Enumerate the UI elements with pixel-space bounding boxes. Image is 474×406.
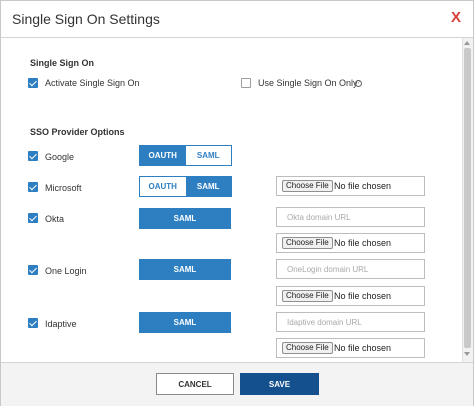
- microsoft-checkbox[interactable]: [28, 182, 38, 192]
- idaptive-file-status: No file chosen: [334, 343, 392, 353]
- microsoft-label: Microsoft: [45, 183, 82, 193]
- idaptive-domain-url-input[interactable]: [276, 312, 425, 332]
- onelogin-checkbox[interactable]: [28, 265, 38, 275]
- sso-only-checkbox[interactable]: [241, 78, 251, 88]
- header-divider: [1, 37, 473, 38]
- scroll-up-arrow-icon[interactable]: [464, 41, 470, 45]
- onelogin-label: One Login: [45, 266, 87, 276]
- microsoft-saml-button[interactable]: SAML: [185, 177, 231, 196]
- idaptive-saml-button[interactable]: SAML: [139, 312, 231, 333]
- microsoft-protocol-toggle: OAUTH SAML: [139, 176, 232, 197]
- google-checkbox[interactable]: [28, 151, 38, 161]
- google-label: Google: [45, 152, 75, 162]
- okta-label: Okta: [45, 214, 65, 224]
- activate-sso-label: Activate Single Sign On: [45, 78, 140, 88]
- okta-domain-url-input[interactable]: [276, 207, 425, 227]
- okta-checkbox[interactable]: [28, 213, 38, 223]
- scroll-down-arrow-icon[interactable]: [464, 352, 470, 356]
- dialog-footer: [1, 362, 473, 406]
- activate-sso-checkbox[interactable]: [28, 78, 38, 88]
- idaptive-choose-file-button[interactable]: Choose File: [282, 342, 333, 354]
- microsoft-file-status: No file chosen: [334, 181, 392, 191]
- onelogin-saml-button[interactable]: SAML: [139, 259, 231, 280]
- single-sign-on-heading: Single Sign On: [30, 58, 95, 68]
- dialog-title: Single Sign On Settings: [12, 11, 160, 27]
- save-button[interactable]: SAVE: [240, 373, 319, 395]
- onelogin-domain-url-input[interactable]: [276, 259, 425, 279]
- idaptive-file-input: Choose File No file chosen: [276, 338, 425, 358]
- okta-saml-button[interactable]: SAML: [139, 208, 231, 229]
- microsoft-oauth-button[interactable]: OAUTH: [140, 177, 186, 196]
- google-saml-button[interactable]: SAML: [185, 146, 231, 165]
- sso-provider-options-heading: SSO Provider Options: [30, 127, 125, 137]
- scrollbar-thumb[interactable]: [464, 48, 471, 348]
- onelogin-file-status: No file chosen: [334, 291, 392, 301]
- google-protocol-toggle: OAUTH SAML: [139, 145, 232, 166]
- help-icon[interactable]: ?: [355, 80, 362, 87]
- idaptive-checkbox[interactable]: [28, 318, 38, 328]
- sso-settings-dialog: Single Sign On Settings X Single Sign On…: [0, 0, 474, 406]
- onelogin-file-input: Choose File No file chosen: [276, 286, 425, 306]
- onelogin-choose-file-button[interactable]: Choose File: [282, 290, 333, 302]
- idaptive-label: Idaptive: [45, 319, 77, 329]
- cancel-button[interactable]: CANCEL: [156, 373, 234, 395]
- google-oauth-button[interactable]: OAUTH: [140, 146, 186, 165]
- okta-file-status: No file chosen: [334, 238, 392, 248]
- close-icon[interactable]: X: [451, 9, 461, 26]
- okta-choose-file-button[interactable]: Choose File: [282, 237, 333, 249]
- microsoft-file-input: Choose File No file chosen: [276, 176, 425, 196]
- microsoft-choose-file-button[interactable]: Choose File: [282, 180, 333, 192]
- sso-only-label: Use Single Sign On Only: [258, 78, 358, 88]
- okta-file-input: Choose File No file chosen: [276, 233, 425, 253]
